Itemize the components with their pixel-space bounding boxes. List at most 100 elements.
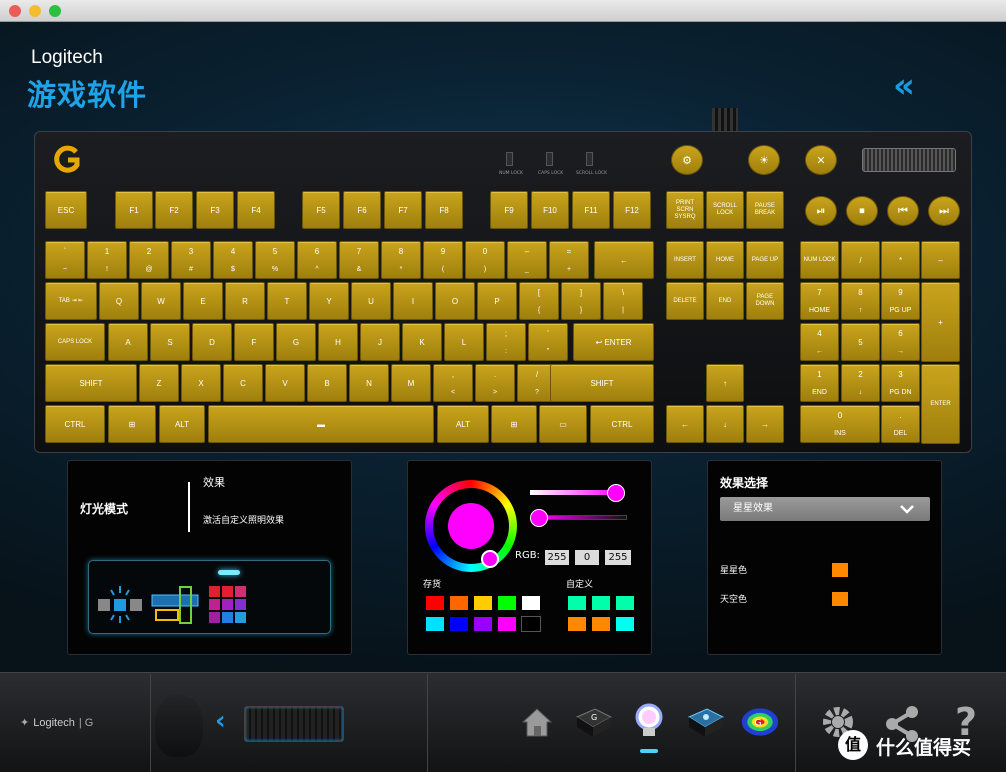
color-grid-icon[interactable] <box>208 585 250 625</box>
key-T[interactable]: T <box>267 282 307 320</box>
key-punct4-1[interactable]: . > <box>475 364 515 402</box>
key-f7[interactable]: F7 <box>384 191 422 229</box>
key-arrow-left[interactable]: ← <box>666 405 704 443</box>
key-G[interactable]: G <box>276 323 316 361</box>
key-6[interactable]: 6 ^ <box>297 241 337 279</box>
key-3[interactable]: 3 # <box>171 241 211 279</box>
key-alt-right[interactable]: ALT <box>437 405 489 443</box>
key-f10[interactable]: F10 <box>531 191 569 229</box>
key-arrow-down[interactable]: ↓ <box>706 405 744 443</box>
key-nav2-1[interactable]: END <box>706 282 744 320</box>
key-win-right[interactable]: ⊞ <box>491 405 537 443</box>
key-2[interactable]: 2 @ <box>129 241 169 279</box>
key-num-plus[interactable]: + <box>921 282 960 362</box>
key-num4[interactable]: 4 ← <box>800 323 839 361</box>
key-space[interactable]: ▬ <box>208 405 434 443</box>
key-shift-right[interactable]: SHIFT <box>550 364 654 402</box>
key-K[interactable]: K <box>402 323 442 361</box>
key-arrow-right[interactable]: → <box>746 405 784 443</box>
key-bracket-0[interactable]: [{ <box>519 282 559 320</box>
key-A[interactable]: A <box>108 323 148 361</box>
key-win-left[interactable]: ⊞ <box>108 405 156 443</box>
key-sys-1[interactable]: SCROLL LOCK <box>706 191 744 229</box>
key-7[interactable]: 7 & <box>339 241 379 279</box>
key-punct3-1[interactable]: ' " <box>528 323 568 361</box>
key-shift-left[interactable]: SHIFT <box>45 364 137 402</box>
key-tab[interactable]: TAB ⇥ ⇤ <box>45 282 97 320</box>
mute-button[interactable]: ✕ <box>805 145 837 175</box>
key-num8[interactable]: 8 ↑ <box>841 282 880 320</box>
key-0[interactable]: 0) <box>465 241 505 279</box>
saved-color-swatch[interactable] <box>425 595 445 611</box>
custom-color-swatch[interactable] <box>615 616 635 632</box>
key-arrow-up[interactable]: ↑ <box>706 364 744 402</box>
key-nav1-1[interactable]: HOME <box>706 241 744 279</box>
key-J[interactable]: J <box>360 323 400 361</box>
sky-color-swatch[interactable] <box>831 591 849 607</box>
chevron-left-icon[interactable]: ‹ <box>215 706 226 736</box>
key-num-top-1[interactable]: / <box>841 241 880 279</box>
key-f1[interactable]: F1 <box>115 191 153 229</box>
keyboard-device-thumbnail[interactable] <box>244 706 344 742</box>
key-E[interactable]: E <box>183 282 223 320</box>
key-alt-left[interactable]: ALT <box>159 405 205 443</box>
key-f11[interactable]: F11 <box>572 191 610 229</box>
key-V[interactable]: V <box>265 364 305 402</box>
double-chevron-left-icon[interactable]: « <box>893 66 915 106</box>
prev-track-button[interactable]: ⏮ <box>887 196 919 226</box>
saturation-slider-handle[interactable] <box>607 484 625 502</box>
saved-color-swatch[interactable] <box>449 616 469 632</box>
key-C[interactable]: C <box>223 364 263 402</box>
key-num-dot[interactable]: . DEL <box>881 405 920 443</box>
saved-color-swatch[interactable] <box>473 616 493 632</box>
key-Q[interactable]: Q <box>99 282 139 320</box>
key-num-top-2[interactable]: * <box>881 241 920 279</box>
color-wheel-handle[interactable] <box>481 550 499 568</box>
key-esc[interactable]: ESC <box>45 191 87 229</box>
key-enter[interactable]: ↩ ENTER <box>573 323 654 361</box>
custom-color-swatch[interactable] <box>615 595 635 611</box>
key-num0[interactable]: 0 INS <box>800 405 880 443</box>
key-I[interactable]: I <box>393 282 433 320</box>
key-ctrl-right[interactable]: CTRL <box>590 405 654 443</box>
key-lighting-icon[interactable] <box>685 702 725 742</box>
mouse-device-thumbnail[interactable] <box>155 695 203 757</box>
key-sys-0[interactable]: PRINT SCRN SYSRQ <box>666 191 704 229</box>
saved-color-swatch[interactable] <box>497 595 517 611</box>
custom-color-swatch[interactable] <box>591 616 611 632</box>
backlight-button[interactable]: ☀ <box>748 145 780 175</box>
key-sys-2[interactable]: PAUSE BREAK <box>746 191 784 229</box>
custom-color-swatch[interactable] <box>567 595 587 611</box>
volume-wheel[interactable] <box>862 148 956 172</box>
red-value-input[interactable]: 255 <box>545 550 569 565</box>
key-M[interactable]: M <box>391 364 431 402</box>
key-`[interactable]: ` ~ <box>45 241 85 279</box>
key-Z[interactable]: Z <box>139 364 179 402</box>
key-menu[interactable]: ▭ <box>539 405 587 443</box>
star-color-swatch[interactable] <box>831 562 849 578</box>
key-punct4-0[interactable]: , < <box>433 364 473 402</box>
key-F[interactable]: F <box>234 323 274 361</box>
key-num7[interactable]: 7 HOME <box>800 282 839 320</box>
key-caps[interactable]: CAPS LOCK <box>45 323 105 361</box>
custom-color-swatch[interactable] <box>591 595 611 611</box>
key-num-top-0[interactable]: NUM LOCK <box>800 241 839 279</box>
blue-value-input[interactable]: 255 <box>605 550 631 565</box>
brightness-slider-handle[interactable] <box>530 509 548 527</box>
g-key-icon[interactable]: G <box>573 702 613 742</box>
saved-color-swatch[interactable] <box>449 595 469 611</box>
key-num5[interactable]: 5 <box>841 323 880 361</box>
key-W[interactable]: W <box>141 282 181 320</box>
key-f3[interactable]: F3 <box>196 191 234 229</box>
key-P[interactable]: P <box>477 282 517 320</box>
key-f12[interactable]: F12 <box>613 191 651 229</box>
green-value-input[interactable]: 0 <box>575 550 599 565</box>
saved-color-swatch[interactable] <box>425 616 445 632</box>
maximize-window-button[interactable] <box>49 5 61 17</box>
key-f8[interactable]: F8 <box>425 191 463 229</box>
key-nav2-0[interactable]: DELETE <box>666 282 704 320</box>
key-nav2-2[interactable]: PAGE DOWN <box>746 282 784 320</box>
key-O[interactable]: O <box>435 282 475 320</box>
key-num2[interactable]: 2 ↓ <box>841 364 880 402</box>
key-X[interactable]: X <box>181 364 221 402</box>
